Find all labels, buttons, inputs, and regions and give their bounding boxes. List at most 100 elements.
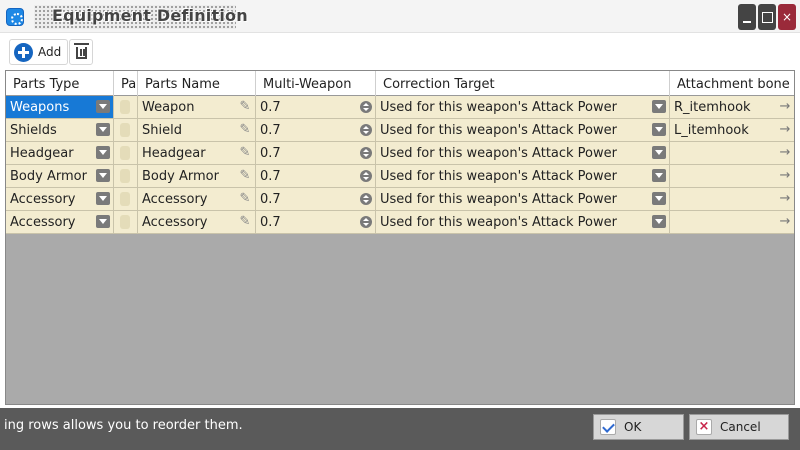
- stepper-icon[interactable]: [360, 147, 372, 159]
- delete-button[interactable]: [69, 39, 93, 65]
- arrow-right-icon[interactable]: →: [778, 188, 792, 210]
- table-row[interactable]: Headgear Headgear ✎ 0.7 Used for this weapon…: [6, 142, 794, 165]
- column-header-correction-target[interactable]: Correction Target: [376, 71, 670, 96]
- correction-target-cell[interactable]: Used for this weapon's Attack Power: [376, 142, 670, 164]
- stepper-icon[interactable]: [360, 170, 372, 182]
- stepper-icon[interactable]: [360, 101, 372, 113]
- pencil-icon[interactable]: ✎: [238, 215, 252, 229]
- add-button[interactable]: Add: [9, 39, 69, 65]
- maximize-button[interactable]: [758, 4, 776, 30]
- parts-name-cell[interactable]: Accessory ✎: [138, 211, 256, 233]
- multi-weapon-cell[interactable]: 0.7: [256, 96, 376, 118]
- dropdown-icon[interactable]: [96, 215, 110, 228]
- dropdown-icon[interactable]: [652, 215, 666, 228]
- multi-weapon-cell[interactable]: 0.7: [256, 165, 376, 187]
- multi-weapon-cell[interactable]: 0.7: [256, 119, 376, 141]
- correction-target-value: Used for this weapon's Attack Power: [380, 100, 617, 115]
- dropdown-icon[interactable]: [652, 100, 666, 113]
- parts-type-cell[interactable]: Accessory: [6, 211, 114, 233]
- multi-weapon-value: 0.7: [260, 146, 281, 161]
- stepper-icon[interactable]: [360, 216, 372, 228]
- pencil-icon[interactable]: ✎: [238, 100, 252, 114]
- table-row[interactable]: Accessory Accessory ✎ 0.7 Used for this weap…: [6, 211, 794, 234]
- column-header-attachment-bone[interactable]: Attachment bone: [670, 71, 794, 96]
- attachment-bone-cell[interactable]: →: [670, 211, 794, 233]
- parts-name-cell[interactable]: Accessory ✎: [138, 188, 256, 210]
- multi-weapon-cell[interactable]: 0.7: [256, 142, 376, 164]
- column-header-parts-icon[interactable]: Pa: [114, 71, 138, 96]
- dropdown-icon[interactable]: [96, 123, 110, 136]
- arrow-right-icon[interactable]: →: [778, 211, 792, 233]
- column-header-multi-weapon[interactable]: Multi-Weapon: [256, 71, 376, 96]
- correction-target-cell[interactable]: Used for this weapon's Attack Power: [376, 119, 670, 141]
- grid-header: Parts Type Pa Parts Name Multi-Weapon Co…: [6, 71, 794, 96]
- multi-weapon-value: 0.7: [260, 100, 281, 115]
- parts-name-cell[interactable]: Shield ✎: [138, 119, 256, 141]
- multi-weapon-cell[interactable]: 0.7: [256, 211, 376, 233]
- close-button[interactable]: ×: [778, 4, 796, 30]
- minimize-button[interactable]: [738, 4, 756, 30]
- correction-target-cell[interactable]: Used for this weapon's Attack Power: [376, 165, 670, 187]
- pencil-icon[interactable]: ✎: [238, 146, 252, 160]
- parts-type-cell[interactable]: Headgear: [6, 142, 114, 164]
- parts-name-cell[interactable]: Body Armor ✎: [138, 165, 256, 187]
- parts-name-cell[interactable]: Weapon ✎: [138, 96, 256, 118]
- pencil-icon[interactable]: ✎: [238, 123, 252, 137]
- multi-weapon-value: 0.7: [260, 123, 281, 138]
- correction-target-cell[interactable]: Used for this weapon's Attack Power: [376, 188, 670, 210]
- attachment-bone-value: R_itemhook: [674, 100, 751, 115]
- table-row[interactable]: Body Armor Body Armor ✎ 0.7 Used for this we…: [6, 165, 794, 188]
- attachment-bone-cell[interactable]: →: [670, 188, 794, 210]
- dropdown-icon[interactable]: [96, 192, 110, 205]
- table-row[interactable]: Shields Shield ✎ 0.7 Used for this weapon's …: [6, 119, 794, 142]
- dropdown-icon[interactable]: [652, 123, 666, 136]
- multi-weapon-value: 0.7: [260, 169, 281, 184]
- dropdown-icon[interactable]: [652, 169, 666, 182]
- correction-target-value: Used for this weapon's Attack Power: [380, 146, 617, 161]
- multi-weapon-cell[interactable]: 0.7: [256, 188, 376, 210]
- parts-type-cell[interactable]: Body Armor: [6, 165, 114, 187]
- parts-name-cell[interactable]: Headgear ✎: [138, 142, 256, 164]
- parts-type-value: Shields: [10, 123, 57, 138]
- parts-icon-cell: [114, 165, 138, 187]
- correction-target-cell[interactable]: Used for this weapon's Attack Power: [376, 96, 670, 118]
- attachment-bone-cell[interactable]: R_itemhook →: [670, 96, 794, 118]
- ok-button[interactable]: OK: [593, 414, 684, 440]
- parts-name-value: Accessory: [142, 192, 208, 207]
- dropdown-icon[interactable]: [96, 100, 110, 113]
- attachment-bone-cell[interactable]: →: [670, 165, 794, 187]
- dropdown-icon[interactable]: [96, 169, 110, 182]
- table-row[interactable]: Weapons Weapon ✎ 0.7 Used for this weapon's …: [6, 96, 794, 119]
- dropdown-icon[interactable]: [96, 146, 110, 159]
- toolbar: Add: [0, 34, 800, 70]
- parts-type-cell[interactable]: Weapons: [6, 96, 114, 118]
- correction-target-value: Used for this weapon's Attack Power: [380, 192, 617, 207]
- parts-type-cell[interactable]: Accessory: [6, 188, 114, 210]
- arrow-right-icon[interactable]: →: [778, 142, 792, 164]
- dropdown-icon[interactable]: [652, 146, 666, 159]
- cancel-button[interactable]: × Cancel: [689, 414, 789, 440]
- pencil-icon[interactable]: ✎: [238, 192, 252, 206]
- part-icon: [120, 146, 130, 160]
- title-bar[interactable]: Equipment Definition ×: [0, 0, 800, 33]
- pencil-icon[interactable]: ✎: [238, 169, 252, 183]
- attachment-bone-cell[interactable]: L_itemhook →: [670, 119, 794, 141]
- column-header-parts-type[interactable]: Parts Type: [6, 71, 114, 96]
- dropdown-icon[interactable]: [652, 192, 666, 205]
- arrow-right-icon[interactable]: →: [778, 96, 792, 118]
- equipment-grid[interactable]: Parts Type Pa Parts Name Multi-Weapon Co…: [5, 70, 795, 405]
- multi-weapon-value: 0.7: [260, 192, 281, 207]
- attachment-bone-cell[interactable]: →: [670, 142, 794, 164]
- arrow-right-icon[interactable]: →: [778, 119, 792, 141]
- arrow-right-icon[interactable]: →: [778, 165, 792, 187]
- correction-target-cell[interactable]: Used for this weapon's Attack Power: [376, 211, 670, 233]
- column-header-parts-name[interactable]: Parts Name: [138, 71, 256, 96]
- part-icon: [120, 192, 130, 206]
- parts-icon-cell: [114, 188, 138, 210]
- parts-type-value: Accessory: [10, 192, 76, 207]
- stepper-icon[interactable]: [360, 124, 372, 136]
- parts-type-cell[interactable]: Shields: [6, 119, 114, 141]
- parts-type-value: Accessory: [10, 215, 76, 230]
- stepper-icon[interactable]: [360, 193, 372, 205]
- table-row[interactable]: Accessory Accessory ✎ 0.7 Used for this weap…: [6, 188, 794, 211]
